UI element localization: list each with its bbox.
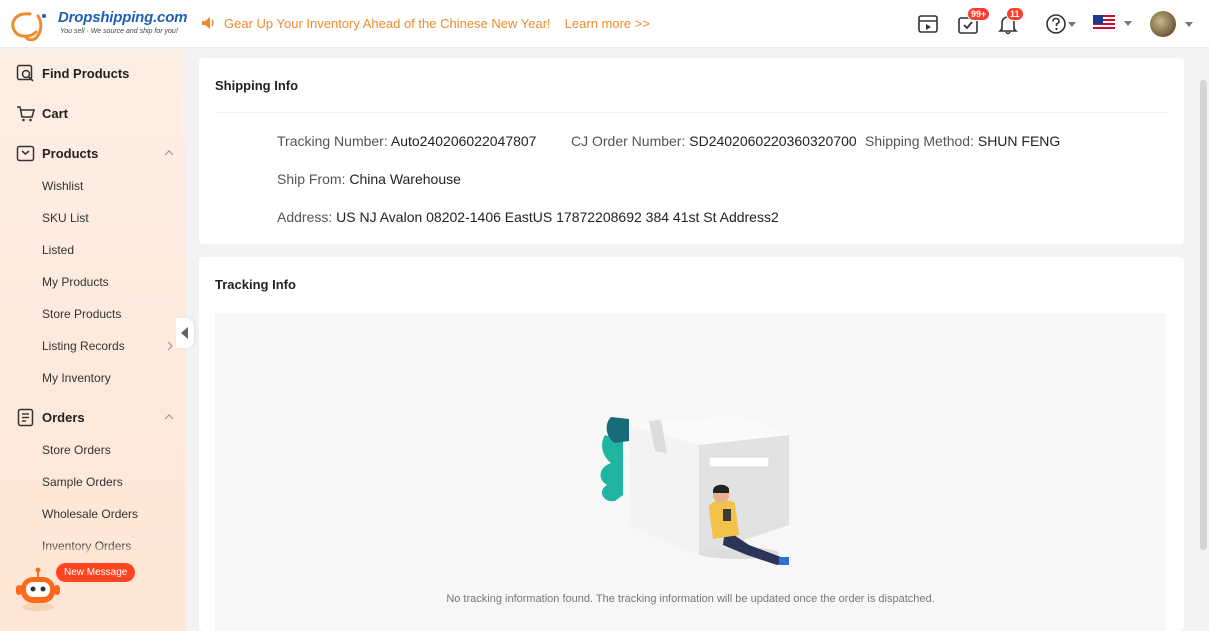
tracking-empty-state: No tracking information found. The track… bbox=[215, 313, 1166, 631]
shipping-method-field: Shipping Method: SHUN FENG bbox=[865, 133, 1060, 149]
sidebar-item-label: Products bbox=[42, 145, 99, 161]
ship-from-value: China Warehouse bbox=[349, 171, 461, 187]
shipping-method-value: SHUN FENG bbox=[977, 133, 1061, 149]
find-products-icon bbox=[16, 64, 34, 82]
field-label: Shipping Method: bbox=[865, 133, 974, 149]
panel-title: Shipping Info bbox=[215, 78, 299, 93]
sidebar-item-listing-records[interactable]: Listing Records bbox=[42, 339, 125, 353]
ship-from-field: Ship From: China Warehouse bbox=[277, 171, 461, 187]
avatar bbox=[1150, 11, 1176, 37]
field-label: Address: bbox=[277, 209, 333, 225]
us-flag-icon bbox=[1093, 15, 1115, 31]
sidebar-item-cart[interactable]: Cart bbox=[0, 93, 186, 133]
tracking-empty-message: No tracking information found. The track… bbox=[446, 593, 935, 605]
sidebar-item-label: Cart bbox=[42, 105, 69, 121]
help-button[interactable] bbox=[1045, 12, 1077, 36]
tasks-button[interactable]: 99+ bbox=[956, 7, 991, 36]
field-label: Tracking Number: bbox=[277, 133, 388, 149]
sidebar-item-label: Find Products bbox=[42, 65, 130, 81]
tracking-number-value: Auto240206022047807 bbox=[390, 133, 537, 149]
orders-icon bbox=[17, 408, 34, 426]
announcement-bar: Gear Up Your Inventory Ahead of the Chin… bbox=[200, 15, 650, 31]
collapse-left-icon bbox=[181, 327, 188, 339]
notifications-badge: 11 bbox=[1006, 7, 1024, 21]
products-icon bbox=[16, 145, 35, 161]
announcement-text: Gear Up Your Inventory Ahead of the Chin… bbox=[224, 15, 551, 31]
chevron-up-icon bbox=[164, 414, 174, 420]
cj-order-number-field: CJ Order Number: SD2402060220360320700 bbox=[571, 133, 857, 149]
tasks-badge: 99+ bbox=[967, 7, 991, 21]
sidebar-item-store-orders[interactable]: Store Orders bbox=[42, 443, 111, 457]
chevron-down-icon bbox=[1068, 22, 1076, 27]
address-field: Address: US NJ Avalon 08202-1406 EastUS … bbox=[277, 209, 779, 225]
sidebar-item-sample-orders[interactable]: Sample Orders bbox=[42, 475, 123, 489]
chevron-right-icon bbox=[167, 341, 173, 351]
page-scrollbar[interactable] bbox=[1200, 80, 1207, 550]
divider bbox=[215, 112, 1168, 113]
help-icon bbox=[1046, 14, 1066, 34]
sidebar-fade bbox=[0, 543, 186, 563]
tracking-number-field: Tracking Number: Auto240206022047807 bbox=[277, 133, 536, 149]
language-selector[interactable] bbox=[1093, 14, 1135, 34]
chevron-down-icon bbox=[1124, 21, 1132, 26]
sidebar: Find Products Cart Products Wishlist SKU… bbox=[0, 49, 186, 631]
shipping-info-panel: Shipping Info Tracking Number: Auto24020… bbox=[199, 58, 1184, 244]
new-message-badge[interactable]: New Message bbox=[56, 563, 136, 582]
learn-more-link[interactable]: Learn more >> bbox=[565, 16, 650, 31]
sidebar-item-wishlist[interactable]: Wishlist bbox=[42, 179, 83, 193]
sidebar-item-my-products[interactable]: My Products bbox=[42, 275, 109, 289]
chevron-up-icon bbox=[164, 150, 174, 156]
cart-icon bbox=[17, 105, 35, 121]
sidebar-item-find-products[interactable]: Find Products bbox=[0, 53, 186, 93]
panel-title: Tracking Info bbox=[215, 277, 296, 292]
logo-text: Dropshipping.com bbox=[58, 9, 188, 26]
field-label: Ship From: bbox=[277, 171, 346, 187]
sidebar-item-sku-list[interactable]: SKU List bbox=[42, 211, 89, 225]
logo-mark-icon bbox=[11, 12, 46, 42]
sidebar-item-my-inventory[interactable]: My Inventory bbox=[42, 371, 111, 385]
logo-tagline: You sell · We source and ship for you! bbox=[60, 28, 178, 35]
sidebar-item-store-products[interactable]: Store Products bbox=[42, 307, 121, 321]
top-header: Dropshipping.com You sell · We source an… bbox=[0, 0, 1209, 48]
chevron-down-icon bbox=[1185, 22, 1193, 27]
cj-order-number-value: SD2402060220360320700 bbox=[689, 133, 857, 149]
sidebar-item-orders[interactable]: Orders bbox=[0, 397, 186, 437]
sidebar-collapse-button[interactable] bbox=[176, 318, 194, 348]
notifications-button[interactable]: 11 bbox=[996, 7, 1024, 36]
sidebar-item-label: Orders bbox=[42, 409, 85, 425]
logo[interactable]: Dropshipping.com You sell · We source an… bbox=[8, 6, 188, 42]
video-icon[interactable] bbox=[916, 12, 940, 36]
field-label: CJ Order Number: bbox=[571, 133, 686, 149]
sidebar-item-wholesale-orders[interactable]: Wholesale Orders bbox=[42, 507, 138, 521]
account-menu[interactable] bbox=[1150, 11, 1196, 37]
empty-box-illustration bbox=[600, 415, 789, 565]
speaker-icon bbox=[202, 17, 214, 29]
sidebar-item-products[interactable]: Products bbox=[0, 133, 186, 173]
sidebar-item-listed[interactable]: Listed bbox=[42, 243, 74, 257]
address-value: US NJ Avalon 08202-1406 EastUS 178722086… bbox=[336, 209, 779, 225]
tracking-info-panel: Tracking Info No tracking information fo… bbox=[199, 257, 1184, 631]
